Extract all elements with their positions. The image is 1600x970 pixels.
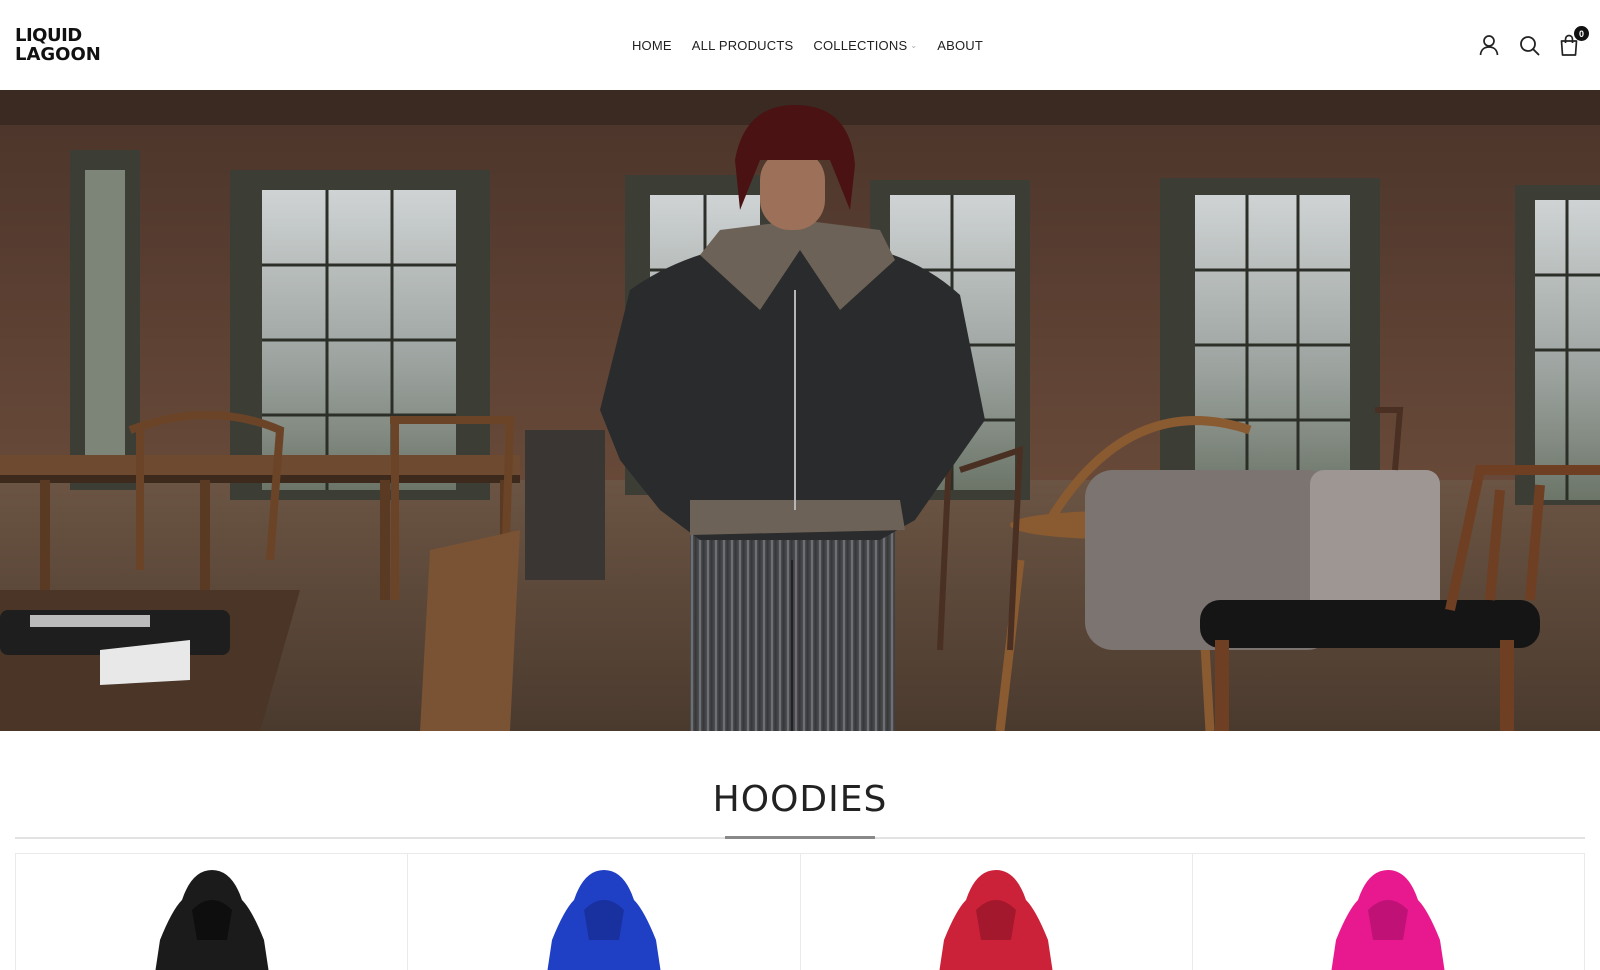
nav-all-products[interactable]: ALL PRODUCTS [692,38,794,53]
nav-home[interactable]: HOME [632,38,672,53]
logo-line-2: LAGOON [15,44,101,65]
section-heading: HOODIES [0,731,1600,843]
product-card[interactable] [16,854,409,970]
nav-collections-label: COLLECTIONS [813,37,908,53]
cart-count-badge: 0 [1574,26,1589,41]
nav-about[interactable]: ABOUT [937,38,983,53]
section-title: HOODIES [712,779,888,820]
product-card[interactable] [408,854,801,970]
main-nav: HOME ALL PRODUCTS COLLECTIONS ⌄ ABOUT [0,0,1600,90]
product-card[interactable] [801,854,1193,970]
header-actions: 0 [1478,0,1589,90]
product-grid [15,853,1585,970]
logo-line-1: LIQUID [15,25,82,46]
user-icon[interactable] [1478,34,1500,56]
hoodie-image [1331,870,1445,970]
search-icon[interactable] [1518,34,1540,56]
hoodie-image [155,870,269,970]
brand-logo[interactable]: LIQUID LAGOON [15,24,101,66]
hero-image [0,90,1600,731]
site-header: LIQUID LAGOON HOME ALL PRODUCTS COLLECTI… [0,0,1600,90]
section-title-underline [725,836,875,839]
shopping-bag-icon[interactable]: 0 [1558,26,1589,56]
hoodie-image [939,870,1053,970]
chevron-down-icon: ⌄ [910,40,918,50]
hero-banner[interactable] [0,90,1600,731]
nav-collections[interactable]: COLLECTIONS ⌄ [813,38,917,53]
product-card[interactable] [1193,854,1584,970]
hoodie-image [547,870,661,970]
